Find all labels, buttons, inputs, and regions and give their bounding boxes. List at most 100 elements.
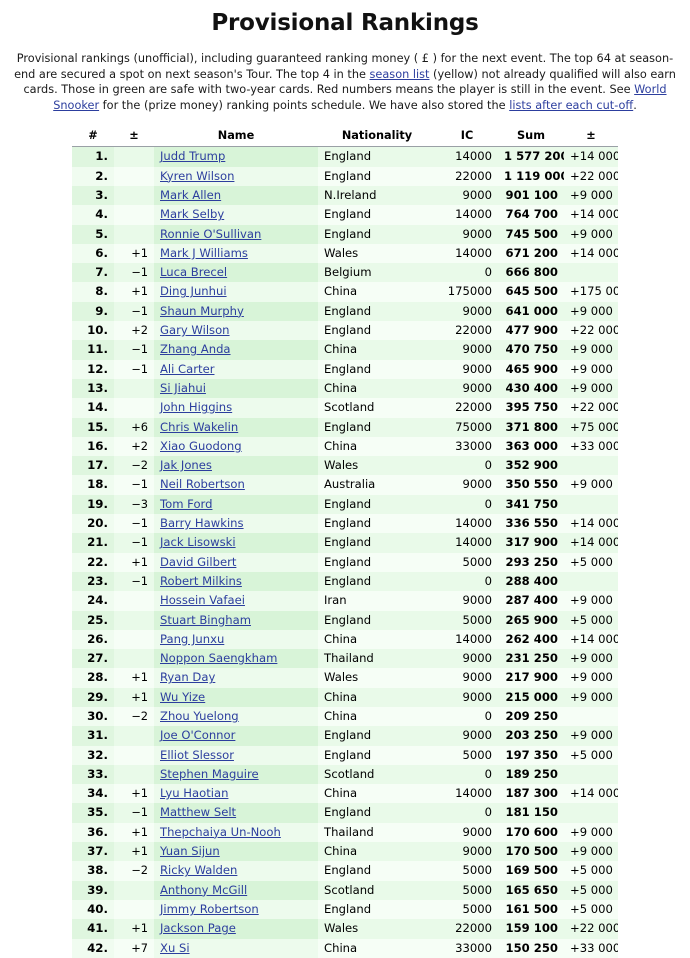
cell-player-name[interactable]: Mark Selby: [154, 205, 318, 225]
player-name-link[interactable]: Ryan Day: [160, 670, 215, 684]
cell-player-name[interactable]: Anthony McGill: [154, 880, 318, 900]
player-name-link[interactable]: Zhou Yuelong: [160, 709, 239, 723]
player-name-link[interactable]: Mark Selby: [160, 207, 224, 221]
cell-move: −1: [114, 571, 154, 592]
cell-player-name[interactable]: Yuan Sijun: [154, 842, 318, 862]
cell-player-name[interactable]: Stuart Bingham: [154, 610, 318, 630]
cell-player-name[interactable]: Judd Trump: [154, 146, 318, 167]
player-name-link[interactable]: Chris Wakelin: [160, 420, 238, 434]
cell-player-name[interactable]: Neil Robertson: [154, 475, 318, 495]
cell-move: [114, 610, 154, 630]
player-name-link[interactable]: Shaun Murphy: [160, 304, 244, 318]
table-row: 39. Anthony McGill Scotland 5000 165 650 +5 0…: [72, 880, 618, 900]
column-header-delta[interactable]: ±: [564, 128, 618, 148]
cell-move: [114, 649, 154, 669]
player-name-link[interactable]: Judd Trump: [160, 149, 225, 163]
column-header-move[interactable]: ±: [114, 128, 154, 148]
cell-player-name[interactable]: Mark J Williams: [154, 243, 318, 264]
cell-player-name[interactable]: Lyu Haotian: [154, 784, 318, 804]
cell-player-name[interactable]: Shaun Murphy: [154, 301, 318, 322]
player-name-link[interactable]: John Higgins: [160, 400, 232, 414]
player-name-link[interactable]: Neil Robertson: [160, 477, 245, 491]
cell-player-name[interactable]: Hossein Vafaei: [154, 591, 318, 611]
player-name-link[interactable]: Mark Allen: [160, 188, 221, 202]
player-name-link[interactable]: David Gilbert: [160, 555, 236, 569]
player-name-link[interactable]: Stephen Maguire: [160, 767, 259, 781]
cell-player-name[interactable]: Joe O'Connor: [154, 726, 318, 746]
player-name-link[interactable]: Lyu Haotian: [160, 786, 228, 800]
cell-player-name[interactable]: Ali Carter: [154, 359, 318, 379]
season-list-link[interactable]: season list: [370, 68, 430, 81]
cell-player-name[interactable]: Pang Junxu: [154, 629, 318, 650]
column-header-sum[interactable]: Sum: [498, 128, 564, 148]
player-name-link[interactable]: Joe O'Connor: [160, 728, 235, 742]
cell-player-name[interactable]: Wu Yize: [154, 687, 318, 707]
player-name-link[interactable]: Jack Lisowski: [160, 535, 236, 549]
player-name-link[interactable]: Zhang Anda: [160, 342, 231, 356]
player-name-link[interactable]: Xu Si: [160, 941, 190, 955]
player-name-link[interactable]: Matthew Selt: [160, 805, 236, 819]
cell-player-name[interactable]: Jak Jones: [154, 456, 318, 476]
cell-player-name[interactable]: David Gilbert: [154, 552, 318, 572]
player-name-link[interactable]: Ding Junhui: [160, 284, 227, 298]
player-name-link[interactable]: Thepchaiya Un-Nooh: [160, 825, 281, 839]
cell-player-name[interactable]: Ricky Walden: [154, 861, 318, 881]
player-name-link[interactable]: Luca Brecel: [160, 265, 227, 279]
column-header-nationality[interactable]: Nationality: [318, 128, 436, 148]
player-name-link[interactable]: Yuan Sijun: [160, 844, 220, 858]
player-name-link[interactable]: Anthony McGill: [160, 883, 247, 897]
cell-player-name[interactable]: John Higgins: [154, 398, 318, 418]
player-name-link[interactable]: Barry Hawkins: [160, 516, 244, 530]
cell-player-name[interactable]: Chris Wakelin: [154, 417, 318, 437]
column-header-ic[interactable]: IC: [436, 128, 498, 148]
cell-player-name[interactable]: Ding Junhui: [154, 282, 318, 302]
cell-player-name[interactable]: Zhou Yuelong: [154, 706, 318, 727]
player-name-link[interactable]: Mark J Williams: [160, 246, 248, 260]
player-name-link[interactable]: Kyren Wilson: [160, 169, 234, 183]
cell-player-name[interactable]: Elliot Slessor: [154, 745, 318, 765]
cell-player-name[interactable]: Xiao Guodong: [154, 436, 318, 457]
cell-player-name[interactable]: Jack Lisowski: [154, 533, 318, 553]
column-header-rank[interactable]: #: [72, 128, 114, 148]
cell-move: −1: [114, 803, 154, 823]
cell-player-name[interactable]: Robert Milkins: [154, 571, 318, 592]
player-name-link[interactable]: Ricky Walden: [160, 863, 237, 877]
cell-player-name[interactable]: Si Jiahui: [154, 378, 318, 399]
cell-rank: 42.: [72, 938, 114, 958]
cell-nationality: Wales: [318, 668, 436, 688]
player-name-link[interactable]: Hossein Vafaei: [160, 593, 245, 607]
cell-player-name[interactable]: Barry Hawkins: [154, 514, 318, 534]
player-name-link[interactable]: Robert Milkins: [160, 574, 242, 588]
cell-player-name[interactable]: Jimmy Robertson: [154, 899, 318, 920]
player-name-link[interactable]: Xiao Guodong: [160, 439, 242, 453]
cell-player-name[interactable]: Noppon Saengkham: [154, 649, 318, 669]
cell-player-name[interactable]: Luca Brecel: [154, 263, 318, 283]
player-name-link[interactable]: Noppon Saengkham: [160, 651, 277, 665]
cell-player-name[interactable]: Xu Si: [154, 938, 318, 958]
cell-player-name[interactable]: Ryan Day: [154, 668, 318, 688]
player-name-link[interactable]: Ali Carter: [160, 362, 214, 376]
cell-player-name[interactable]: Stephen Maguire: [154, 764, 318, 785]
cell-player-name[interactable]: Kyren Wilson: [154, 166, 318, 186]
cell-player-name[interactable]: Matthew Selt: [154, 803, 318, 823]
player-name-link[interactable]: Tom Ford: [160, 497, 212, 511]
player-name-link[interactable]: Wu Yize: [160, 690, 205, 704]
player-name-link[interactable]: Gary Wilson: [160, 323, 230, 337]
player-name-link[interactable]: Ronnie O'Sullivan: [160, 227, 261, 241]
player-name-link[interactable]: Elliot Slessor: [160, 748, 234, 762]
cell-sum: 341 750: [498, 494, 564, 515]
cell-player-name[interactable]: Tom Ford: [154, 494, 318, 515]
player-name-link[interactable]: Jak Jones: [160, 458, 212, 472]
cell-player-name[interactable]: Gary Wilson: [154, 321, 318, 341]
player-name-link[interactable]: Pang Junxu: [160, 632, 224, 646]
cell-player-name[interactable]: Mark Allen: [154, 185, 318, 206]
player-name-link[interactable]: Jackson Page: [160, 921, 236, 935]
column-header-name[interactable]: Name: [154, 128, 318, 148]
cell-player-name[interactable]: Zhang Anda: [154, 340, 318, 360]
player-name-link[interactable]: Stuart Bingham: [160, 613, 251, 627]
cell-player-name[interactable]: Ronnie O'Sullivan: [154, 224, 318, 244]
cell-player-name[interactable]: Thepchaiya Un-Nooh: [154, 822, 318, 843]
player-name-link[interactable]: Jimmy Robertson: [160, 902, 259, 916]
player-name-link[interactable]: Si Jiahui: [160, 381, 206, 395]
lists-after-cutoff-link[interactable]: lists after each cut-off: [509, 99, 633, 112]
